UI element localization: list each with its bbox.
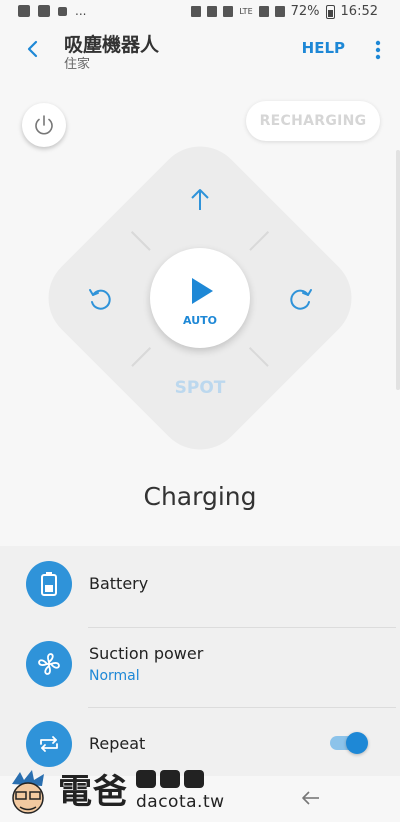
repeat-label: Repeat	[89, 734, 146, 753]
arrow-left-icon	[302, 791, 319, 805]
rotate-left-icon	[89, 289, 111, 310]
more-notifications-indicator: ...	[75, 4, 87, 18]
power-icon	[35, 115, 53, 135]
outlook-icon	[38, 5, 50, 17]
spot-clean-button[interactable]: SPOT	[160, 378, 240, 398]
help-button[interactable]: HELP	[302, 39, 345, 57]
power-button[interactable]	[22, 103, 66, 147]
repeat-icon	[26, 721, 72, 767]
status-bar: ... LTE 72% 16:52	[0, 0, 400, 26]
watermark: 電爸 dacota.tw	[6, 764, 224, 822]
page-subtitle: 住家	[64, 57, 91, 72]
more-options-button[interactable]	[370, 38, 386, 62]
rotate-right-button[interactable]	[283, 281, 319, 317]
gallery-icon	[18, 5, 30, 17]
auto-label: AUTO	[183, 314, 217, 327]
bluetooth-icon	[191, 6, 202, 17]
battery-status-icon	[325, 4, 335, 19]
battery-percent: 72%	[290, 4, 320, 19]
phone-icon	[160, 770, 180, 788]
wifi-icon	[258, 6, 269, 17]
recharging-button[interactable]: RECHARGING	[246, 101, 380, 141]
clock: 16:52	[340, 4, 378, 19]
mascot-logo	[12, 770, 44, 814]
app-header: 吸塵機器人 住家 HELP	[0, 26, 400, 76]
more-vert-icon	[375, 40, 381, 60]
forward-button[interactable]	[182, 182, 218, 218]
repeat-toggle[interactable]	[330, 732, 368, 754]
robot-status: Charging	[143, 482, 257, 511]
list-item-battery[interactable]: Battery	[0, 546, 400, 626]
scrollbar[interactable]	[396, 150, 400, 390]
watermark-device-icons	[136, 770, 204, 788]
signal-icon	[274, 6, 285, 17]
chevron-left-icon	[27, 40, 38, 58]
navigation-bar: 電爸 dacota.tw	[0, 770, 400, 822]
watermark-brand: 電爸	[58, 772, 128, 812]
system-indicators: LTE 72% 16:52	[191, 4, 378, 19]
suction-power-label: Suction power	[89, 644, 204, 663]
back-button[interactable]	[20, 34, 48, 64]
arrow-up-icon	[191, 189, 209, 210]
rotate-right-icon	[290, 289, 312, 310]
suction-power-value: Normal	[89, 668, 140, 684]
fan-icon	[26, 641, 72, 687]
rotate-left-button[interactable]	[82, 281, 118, 317]
watermark-site: dacota.tw	[136, 792, 225, 812]
battery-label: Battery	[89, 574, 149, 593]
network-type: LTE	[239, 6, 253, 16]
laptop-icon	[136, 770, 156, 788]
vibrate-icon	[223, 6, 234, 17]
battery-icon	[26, 561, 72, 607]
nfc-icon	[207, 6, 218, 17]
camera-icon	[184, 770, 204, 788]
play-icon	[192, 278, 213, 304]
mute-icon	[58, 6, 67, 16]
list-item-suction-power[interactable]: Suction power Normal	[0, 628, 400, 706]
toggle-knob	[346, 732, 368, 754]
auto-clean-button[interactable]: AUTO	[150, 248, 250, 348]
notification-icons: ...	[18, 5, 86, 17]
system-back-button[interactable]	[300, 788, 322, 808]
